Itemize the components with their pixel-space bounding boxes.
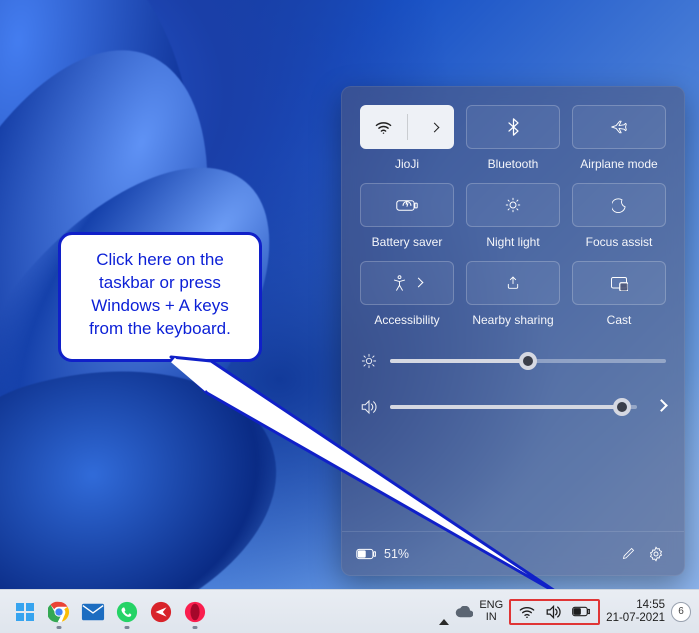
nearby-sharing-tile[interactable]: [466, 261, 560, 305]
airplane-mode-tile[interactable]: [572, 105, 666, 149]
language-indicator[interactable]: ENG IN: [479, 600, 503, 623]
wifi-tray-icon: [519, 606, 535, 618]
accessibility-icon: [392, 275, 407, 291]
bluetooth-label: Bluetooth: [488, 157, 539, 171]
focus-assist-icon: [612, 198, 627, 213]
clock-time: 14:55: [606, 599, 665, 611]
instruction-text: Click here on the taskbar or press Windo…: [89, 250, 231, 338]
wifi-label: JioJi: [395, 157, 419, 171]
callout-pointer: [171, 357, 581, 617]
nearby-sharing-icon: [505, 275, 521, 291]
cast-tile[interactable]: [572, 261, 666, 305]
night-light-label: Night light: [486, 235, 539, 249]
night-light-icon: [504, 196, 522, 214]
send-taskbar-icon[interactable]: [146, 597, 176, 627]
desktop: JioJi Bluetooth Airplane mode: [0, 0, 699, 633]
opera-taskbar-icon[interactable]: [180, 597, 210, 627]
cast-label: Cast: [607, 313, 632, 327]
system-tray-quick-settings[interactable]: [509, 599, 600, 625]
clock[interactable]: 14:55 21-07-2021: [606, 599, 665, 623]
battery-saver-label: Battery saver: [372, 235, 443, 249]
mail-taskbar-icon[interactable]: [78, 597, 108, 627]
taskbar: ENG IN 14:55 21-07-2021 6: [0, 589, 699, 633]
bluetooth-tile[interactable]: [466, 105, 560, 149]
battery-tray-icon: [572, 606, 590, 617]
volume-tray-icon: [545, 605, 562, 619]
quick-settings-grid: JioJi Bluetooth Airplane mode: [360, 105, 666, 327]
airplane-mode-label: Airplane mode: [580, 157, 657, 171]
notification-center-button[interactable]: 6: [671, 602, 691, 622]
airplane-icon: [610, 119, 628, 135]
language-line1: ENG: [479, 600, 503, 612]
onedrive-tray-icon[interactable]: [455, 606, 473, 618]
focus-assist-label: Focus assist: [586, 235, 653, 249]
focus-assist-tile[interactable]: [572, 183, 666, 227]
start-button[interactable]: [10, 597, 40, 627]
whatsapp-taskbar-icon[interactable]: [112, 597, 142, 627]
wifi-submenu-button[interactable]: [408, 106, 454, 148]
night-light-tile[interactable]: [466, 183, 560, 227]
chrome-taskbar-icon[interactable]: [44, 597, 74, 627]
accessibility-label: Accessibility: [374, 313, 439, 327]
language-line2: IN: [479, 612, 503, 624]
battery-saver-tile[interactable]: [360, 183, 454, 227]
bluetooth-icon: [508, 118, 519, 136]
battery-saver-icon: [396, 199, 418, 212]
tray-overflow-button[interactable]: [439, 605, 449, 619]
accessibility-tile[interactable]: [360, 261, 454, 305]
volume-flyout-button[interactable]: [649, 400, 666, 414]
clock-date: 21-07-2021: [606, 612, 665, 624]
cast-icon: [610, 276, 628, 291]
wifi-tile[interactable]: [360, 105, 454, 149]
wifi-icon[interactable]: [361, 106, 407, 148]
edit-quick-settings-button[interactable]: [614, 540, 642, 568]
accessibility-submenu[interactable]: [407, 276, 422, 290]
settings-button[interactable]: [642, 540, 670, 568]
nearby-sharing-label: Nearby sharing: [472, 313, 553, 327]
instruction-callout: Click here on the taskbar or press Windo…: [58, 232, 262, 362]
notification-count: 6: [678, 606, 684, 617]
